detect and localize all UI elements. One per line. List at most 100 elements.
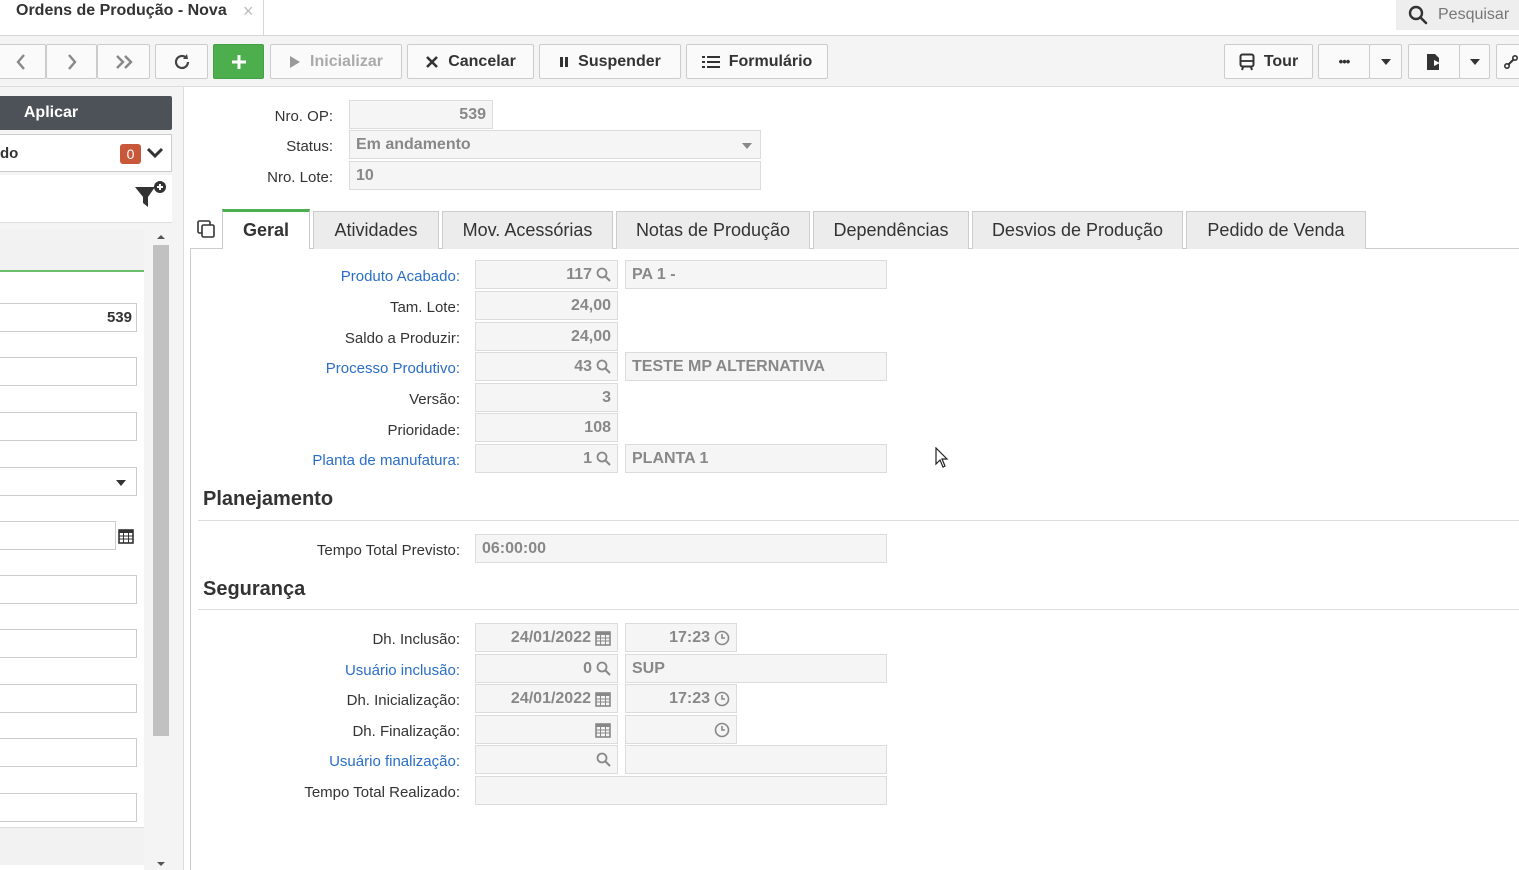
apply-button[interactable]: Aplicar (0, 96, 172, 130)
filter-field[interactable] (0, 575, 137, 604)
dh-inicializacao-date[interactable]: 24/01/2022 (475, 684, 618, 713)
copy-icon[interactable] (196, 219, 216, 239)
usuario-inclusao-code[interactable]: 0 (475, 654, 618, 683)
section-divider (198, 520, 1519, 521)
tab-atividades[interactable]: Atividades (313, 211, 439, 249)
usuario-finalizacao-code[interactable] (475, 745, 618, 774)
tour-label: Tour (1263, 52, 1299, 70)
filter-field[interactable] (0, 684, 137, 713)
tempo-previsto-field[interactable]: 06:00:00 (475, 534, 887, 563)
saved-filter-selector[interactable]: do 0 (0, 134, 172, 172)
planta-code[interactable]: 1 (475, 444, 618, 473)
dh-inclusao-date[interactable]: 24/01/2022 (475, 623, 618, 652)
link-button[interactable] (1496, 44, 1519, 79)
window-tabbar: Ordens de Produção - Nova × Pesquisar (0, 0, 1519, 36)
caret-down-icon (1469, 58, 1480, 65)
refresh-button[interactable] (155, 44, 208, 79)
filter-field[interactable] (0, 793, 137, 822)
tam-lote-field[interactable]: 24,00 (475, 291, 618, 320)
processo-desc-value: TESTE MP ALTERNATIVA (632, 357, 825, 375)
tab-mov-acessorias[interactable]: Mov. Acessórias (442, 211, 613, 249)
usuario-finalizacao-label[interactable]: Usuário finalização: (226, 753, 460, 770)
planejamento-title: Planejamento (203, 488, 334, 510)
dh-inicializacao-time[interactable]: 17:23 (625, 684, 737, 713)
dh-inclusao-time-value: 17:23 (669, 628, 710, 646)
search-icon[interactable] (596, 451, 611, 466)
versao-field[interactable]: 3 (475, 383, 618, 412)
sidebar-scrollbar[interactable] (151, 231, 171, 870)
tab-label: Dependências (833, 220, 949, 240)
tab-dependencias[interactable]: Dependências (813, 211, 969, 249)
produto-acabado-desc: PA 1 - (625, 260, 887, 289)
tour-button[interactable]: Tour (1224, 44, 1313, 79)
suspender-button[interactable]: Suspender (539, 44, 681, 79)
scroll-up-icon[interactable] (156, 234, 166, 240)
last-button[interactable] (97, 44, 150, 79)
previous-button[interactable] (0, 44, 46, 79)
pause-icon (560, 56, 569, 67)
calendar-icon[interactable] (595, 722, 611, 738)
filter-fields-list: 539 (0, 231, 144, 870)
filter-add-icon[interactable] (133, 179, 169, 211)
dh-finalizacao-date[interactable] (475, 715, 618, 744)
usuario-inclusao-label[interactable]: Usuário inclusão: (226, 662, 460, 679)
chevron-down-icon[interactable] (146, 147, 164, 159)
tab-label: Mov. Acessórias (462, 220, 593, 240)
form-tabs: Geral Atividades Mov. Acessórias Notas d… (190, 209, 1519, 249)
search-icon[interactable] (596, 752, 611, 767)
add-button[interactable] (213, 44, 264, 79)
calendar-icon[interactable] (118, 528, 134, 544)
caret-down-icon (742, 143, 752, 149)
filter-field[interactable] (0, 738, 137, 767)
planta-label[interactable]: Planta de manufatura: (226, 452, 460, 469)
processo-label[interactable]: Processo Produtivo: (226, 360, 460, 377)
processo-code[interactable]: 43 (475, 352, 618, 381)
search-icon[interactable] (596, 267, 611, 282)
tab-pedido-venda[interactable]: Pedido de Venda (1186, 211, 1366, 249)
tab-desvios-producao[interactable]: Desvios de Produção (972, 211, 1183, 249)
nro-op-field[interactable]: 539 (349, 100, 493, 129)
filter-select[interactable] (0, 467, 137, 496)
next-button[interactable] (46, 44, 97, 79)
produto-acabado-label[interactable]: Produto Acabado: (226, 268, 460, 285)
filter-date-field[interactable] (0, 521, 116, 550)
close-tab-icon[interactable]: × (243, 1, 254, 22)
calendar-icon[interactable] (595, 630, 611, 646)
prioridade-field[interactable]: 108 (475, 413, 618, 442)
inicializar-button[interactable]: Inicializar (270, 44, 402, 79)
status-select[interactable]: Em andamento (349, 130, 761, 159)
dh-inicializacao-date-value: 24/01/2022 (510, 689, 591, 707)
clock-icon[interactable] (714, 630, 730, 646)
scroll-down-icon[interactable] (156, 861, 166, 867)
formulario-button[interactable]: Formulário (686, 44, 828, 79)
clock-icon[interactable] (714, 722, 730, 738)
export-button[interactable] (1408, 44, 1460, 79)
document-tab[interactable]: Ordens de Produção - Nova × (0, 0, 264, 36)
nro-lote-field[interactable]: 10 (349, 161, 761, 190)
tab-geral[interactable]: Geral (222, 209, 310, 249)
saldo-label: Saldo a Produzir: (344, 330, 460, 347)
tempo-realizado-field[interactable] (475, 776, 887, 805)
search-icon[interactable] (596, 359, 611, 374)
calendar-icon[interactable] (595, 691, 611, 707)
filter-field[interactable] (0, 357, 137, 386)
cancelar-button[interactable]: Cancelar (407, 44, 534, 79)
dh-inclusao-time[interactable]: 17:23 (625, 623, 737, 652)
search-icon[interactable] (596, 661, 611, 676)
saldo-value: 24,00 (570, 327, 611, 345)
global-search[interactable]: Pesquisar (1396, 0, 1519, 30)
filter-field[interactable] (0, 412, 137, 441)
apply-label: Aplicar (23, 104, 79, 121)
filter-field[interactable] (0, 629, 137, 658)
filter-sidebar: Aplicar do 0 539 (0, 87, 184, 870)
export-dropdown[interactable] (1459, 44, 1490, 79)
saldo-field[interactable]: 24,00 (475, 322, 618, 351)
clock-icon[interactable] (714, 691, 730, 707)
dh-finalizacao-time[interactable] (625, 715, 737, 744)
more-actions-button[interactable]: ••• (1318, 44, 1370, 79)
more-actions-dropdown[interactable] (1369, 44, 1402, 79)
produto-acabado-code[interactable]: 117 (475, 260, 618, 289)
scrollbar-thumb[interactable] (153, 245, 169, 736)
filter-field-nro-op[interactable]: 539 (0, 303, 137, 332)
tab-notas-producao[interactable]: Notas de Produção (616, 211, 810, 249)
